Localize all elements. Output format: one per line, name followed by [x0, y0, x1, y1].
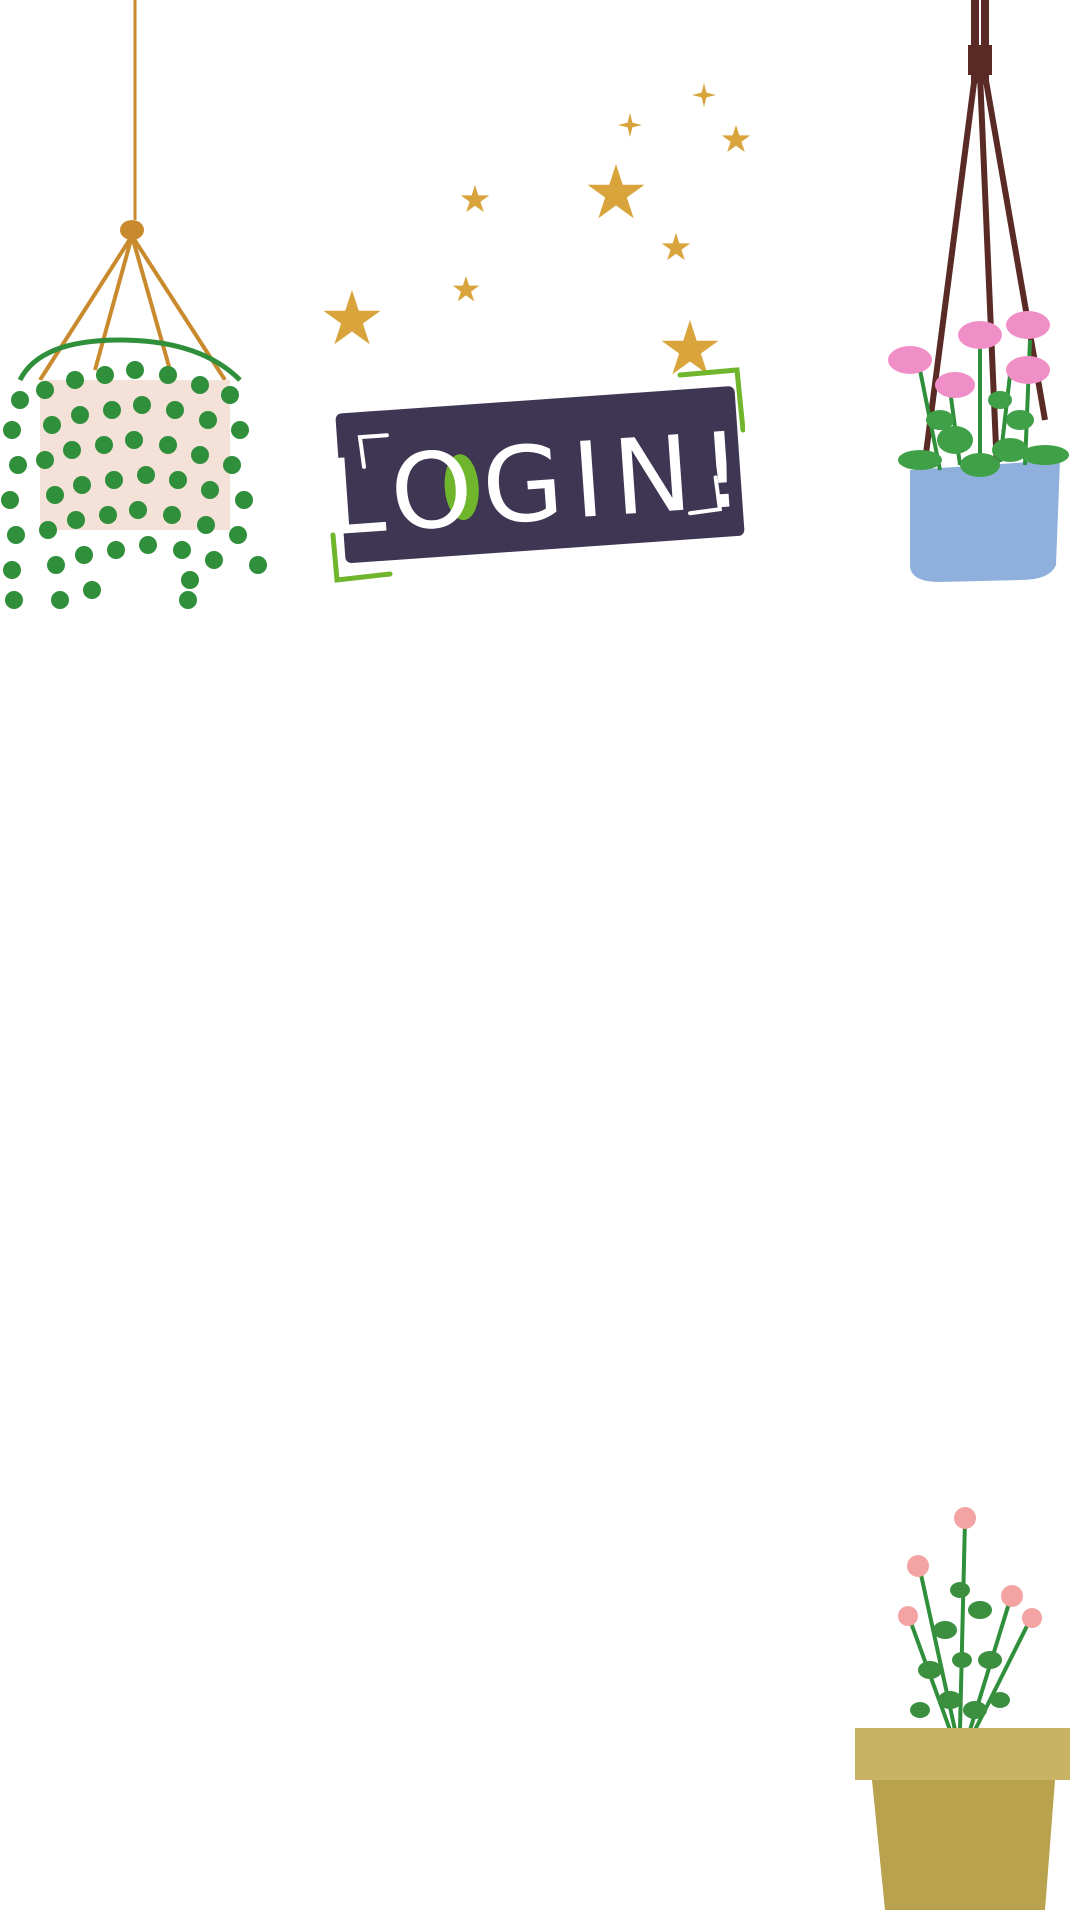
potted-flower-icon	[850, 1500, 1080, 1920]
hanging-flower-plant-icon	[880, 0, 1080, 600]
hanging-vine-plant-icon	[0, 0, 280, 620]
star-cluster-icon	[300, 60, 780, 390]
login-banner: LOGIN!	[325, 360, 745, 590]
